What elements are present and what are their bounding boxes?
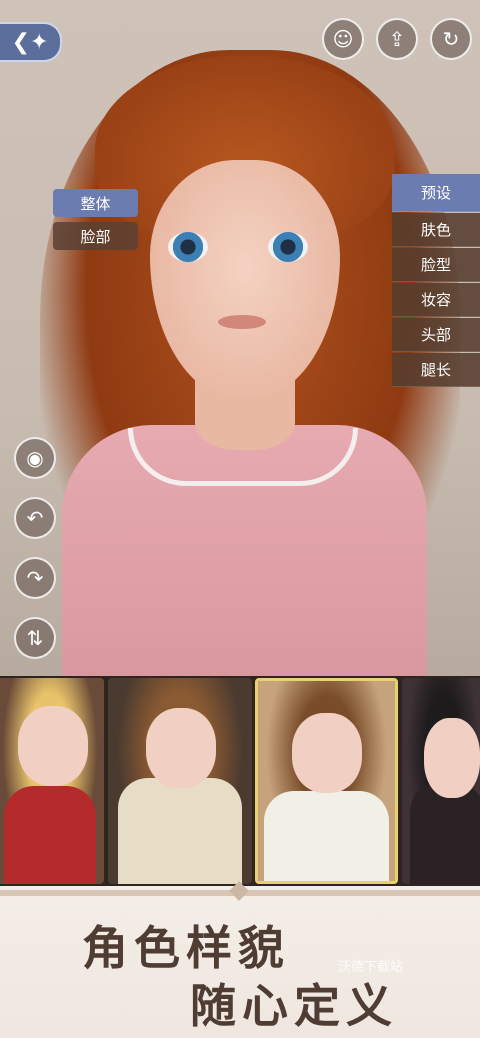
menu-item-leg-length[interactable]: 腿长	[392, 353, 480, 387]
preset-card-2[interactable]	[108, 678, 252, 884]
character-right-eye	[268, 232, 308, 262]
menu-item-preset[interactable]: 预设	[392, 174, 480, 212]
preset-outfit	[4, 786, 96, 884]
menu-item-label: 预设	[420, 184, 451, 202]
menu-item-makeup[interactable]: 妆容	[392, 283, 480, 317]
avatar-button[interactable]: ☺	[322, 18, 364, 60]
toggle-view-button[interactable]: ◉	[14, 437, 56, 479]
redo-button[interactable]: ↷	[14, 557, 56, 599]
menu-item-label: 头部	[420, 326, 451, 344]
preset-face	[424, 718, 480, 798]
back-arrow-icon: ❮✦	[11, 29, 49, 55]
undo-button[interactable]: ↶	[14, 497, 56, 539]
watermark-text: 沃德下载站	[338, 960, 404, 975]
share-icon: ⇪	[388, 27, 406, 51]
preset-face	[18, 706, 88, 786]
tab-face-label: 脸部	[80, 227, 111, 246]
tab-overall[interactable]: 整体	[53, 189, 138, 217]
preset-face	[146, 708, 216, 788]
slogan-line-2: 随心定义	[190, 979, 398, 1033]
preset-outfit	[118, 778, 242, 884]
share-button[interactable]: ⇪	[376, 18, 418, 60]
menu-item-label: 脸型	[420, 256, 451, 274]
slogan-line-1: 角色样貌	[82, 921, 290, 975]
undo-icon: ↶	[26, 506, 44, 530]
preset-outfit	[264, 791, 389, 881]
back-button[interactable]: ❮✦	[0, 22, 62, 62]
tab-face[interactable]: 脸部	[53, 222, 138, 250]
menu-item-face-shape[interactable]: 脸型	[392, 248, 480, 282]
swap-button[interactable]: ⇅	[14, 617, 56, 659]
tab-overall-label: 整体	[80, 194, 111, 213]
category-menu: 预设 肤色 脸型 妆容 头部 腿长	[392, 174, 480, 388]
reset-button[interactable]: ↻	[430, 18, 472, 60]
avatar-icon: ☺	[332, 27, 354, 51]
menu-item-label: 腿长	[420, 361, 451, 379]
preset-face	[292, 713, 362, 793]
character-lips	[218, 315, 266, 329]
eye-icon: ◉	[26, 446, 44, 470]
reset-icon: ↻	[442, 27, 460, 51]
character-left-eye	[168, 232, 208, 262]
menu-item-label: 肤色	[420, 221, 451, 239]
menu-item-skin-color[interactable]: 肤色	[392, 213, 480, 247]
menu-item-label: 妆容	[420, 291, 451, 309]
redo-icon: ↷	[26, 566, 44, 590]
preset-card-1[interactable]	[0, 678, 104, 884]
preset-card-4[interactable]	[402, 678, 480, 884]
preset-card-3[interactable]	[255, 678, 398, 884]
menu-item-head[interactable]: 头部	[392, 318, 480, 352]
swap-icon: ⇅	[26, 626, 44, 650]
